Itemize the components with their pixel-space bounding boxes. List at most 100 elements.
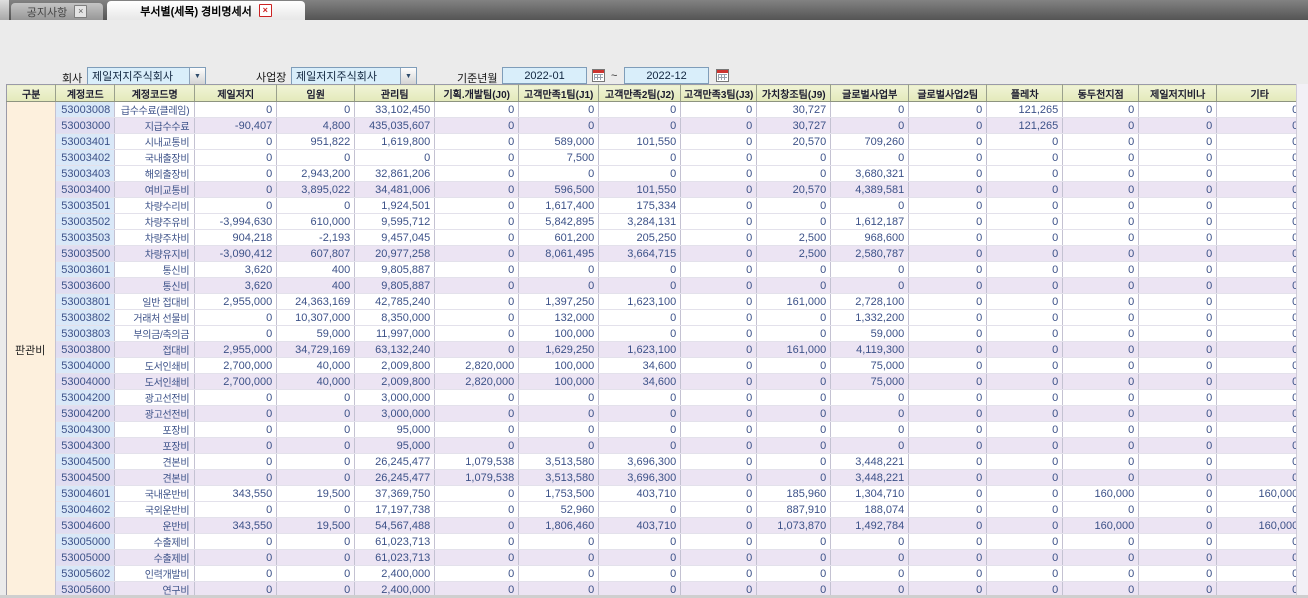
table-row[interactable]: 53003601통신비3,6204009,805,88700000000000 (7, 261, 1304, 278)
table-row[interactable]: 53003801 일반 접대비 2,955,000 24,363,169 42,785,… (7, 293, 1304, 310)
value-cell: 1,623,100 (598, 341, 682, 358)
chevron-down-icon[interactable]: ▼ (189, 68, 205, 84)
column-header[interactable]: 기획.개발팀(J0) (434, 84, 520, 102)
column-header[interactable]: 동두천지점 (1062, 84, 1140, 102)
table-row[interactable]: 53004602 국외운반비 0 0 17,197,738 0 52,960 0 0 887,91… (7, 501, 1304, 518)
table-row[interactable]: 53003802 거래처 선물비 0 10,307,000 8,350,000 0 132,… (7, 309, 1304, 326)
table-row[interactable]: 53004300포장비0095,00000000000000 (7, 421, 1304, 438)
column-header[interactable]: 계정코드 (55, 84, 116, 102)
table-row[interactable]: 53004000 도서인쇄비 2,700,000 40,000 2,009,800 2,8… (7, 357, 1304, 374)
column-header[interactable]: 제일저지비나 (1138, 84, 1218, 102)
table-row[interactable]: 53003800 접대비 2,955,000 34,729,169 63,132,240… (7, 341, 1304, 358)
company-select[interactable]: 제일저지주식회사 ▼ (87, 67, 206, 85)
column-header[interactable]: 가치창조팀(J9) (756, 84, 832, 102)
table-row[interactable]: 53003502 차량주유비 -3,994,630 610,000 9,595,712 0… (7, 213, 1304, 230)
value-cell: 0 (1216, 549, 1304, 566)
value-cell: 0 (986, 485, 1064, 502)
column-header[interactable]: 플레차 (986, 84, 1064, 102)
table-row[interactable]: 53003600통신비3,6204009,805,88700000000000 (7, 277, 1304, 294)
table-row[interactable]: 53003403 해외출장비 0 2,943,200 32,861,206 0 0 0 0 0 3,… (7, 165, 1304, 182)
value-cell: 0 (986, 197, 1064, 214)
column-header[interactable]: 고객만족3팀(J3) (680, 84, 758, 102)
close-tab-icon[interactable]: × (74, 5, 88, 18)
column-header[interactable]: 제일저지 (194, 84, 278, 102)
value-cell: 0 (276, 453, 356, 470)
value-cell: 0 (830, 405, 910, 422)
value-cell: 0 (434, 149, 520, 166)
table-row[interactable]: 53004500 견본비 0 0 26,245,477 1,079,538 3,513,58… (7, 469, 1304, 486)
value-cell: 0 (434, 133, 520, 150)
table-row[interactable]: 53003401 시내교통비 0 951,822 1,619,800 0 589,000 10… (7, 133, 1304, 150)
table-row[interactable]: 53003400 여비교통비 0 3,895,022 34,481,006 0 596,50… (7, 181, 1304, 198)
period-from-input[interactable]: 2022-01 (502, 67, 587, 84)
value-cell: 0 (518, 549, 600, 566)
value-cell: 0 (434, 485, 520, 502)
table-row[interactable]: 53003803 부의금/축의금 0 59,000 11,997,000 0 100,000… (7, 325, 1304, 342)
calendar-icon[interactable] (716, 69, 729, 82)
value-cell: 2,820,000 (434, 357, 520, 374)
value-cell: 0 (194, 389, 278, 406)
table-row[interactable]: 53005000수출제비0061,023,71300000000000 (7, 533, 1304, 550)
value-cell: 26,245,477 (354, 469, 436, 486)
value-cell: 1,617,400 (518, 197, 600, 214)
value-cell: 0 (1216, 261, 1304, 278)
value-cell: 0 (830, 149, 910, 166)
value-cell: 0 (986, 501, 1064, 518)
account-code-cell: 53004601 (55, 485, 116, 502)
calendar-icon[interactable] (592, 69, 605, 82)
table-row[interactable]: 53003402국내출장비00007,500000000000 (7, 149, 1304, 166)
column-header[interactable]: 글로벌사업부 (830, 84, 910, 102)
value-cell: 20,570 (756, 181, 832, 198)
table-row[interactable]: 53004600 운반비 343,550 19,500 54,567,488 0 1,806… (7, 517, 1304, 534)
site-select[interactable]: 제일저지주식회사 ▼ (291, 67, 417, 85)
value-cell: 0 (756, 373, 832, 390)
column-header[interactable]: 기타 (1216, 84, 1304, 102)
column-header[interactable]: 고객만족2팀(J2) (598, 84, 682, 102)
value-cell: 0 (194, 549, 278, 566)
column-header[interactable]: 계정코드명 (114, 84, 196, 102)
table-row[interactable]: 53004000 도서인쇄비 2,700,000 40,000 2,009,800 2,8… (7, 373, 1304, 390)
value-cell: 0 (434, 325, 520, 342)
table-row[interactable]: 53003501 차량수리비 0 0 1,924,501 0 1,617,400 175,33… (7, 197, 1304, 214)
value-cell: 0 (1138, 133, 1218, 150)
period-to-input[interactable]: 2022-12 (624, 67, 709, 84)
table-row[interactable]: 53003503 차량주차비 904,218 -2,193 9,457,045 0 601,… (7, 229, 1304, 246)
account-name-cell: 국외운반비 (114, 501, 196, 518)
column-header[interactable]: 관리팀 (354, 84, 436, 102)
value-cell: 0 (1216, 389, 1304, 406)
value-cell: 0 (434, 229, 520, 246)
value-cell: 2,700,000 (194, 373, 278, 390)
column-header[interactable]: 구분 (6, 84, 57, 102)
chevron-down-icon[interactable]: ▼ (400, 68, 416, 84)
value-cell: 0 (276, 421, 356, 438)
table-row[interactable]: 53004500 견본비 0 0 26,245,477 1,079,538 3,513,58… (7, 453, 1304, 470)
value-cell: 20,570 (756, 133, 832, 150)
table-row[interactable]: 53003000 지급수수료 -90,407 4,800 435,035,607 0 0 0 0… (7, 117, 1304, 134)
value-cell: 11,997,000 (354, 325, 436, 342)
value-cell: 0 (194, 165, 278, 182)
table-row[interactable]: 53004200광고선전비003,000,00000000000000 (7, 389, 1304, 406)
column-header[interactable]: 글로벌사업2팀 (908, 84, 988, 102)
value-cell: 0 (276, 405, 356, 422)
table-row[interactable]: 53004300포장비0095,00000000000000 (7, 437, 1304, 454)
value-cell: 0 (1138, 389, 1218, 406)
value-cell: 0 (598, 501, 682, 518)
column-header[interactable]: 고객만족1팀(J1) (518, 84, 600, 102)
table-row[interactable]: 53003500 차량유지비 -3,090,412 607,807 20,977,258… (7, 245, 1304, 262)
vertical-scrollbar[interactable] (1296, 84, 1308, 595)
value-cell: 0 (1216, 565, 1304, 582)
value-cell: 0 (756, 197, 832, 214)
table-row[interactable]: 53005602인력개발비002,400,00000000000000 (7, 565, 1304, 582)
value-cell: 0 (680, 325, 758, 342)
column-header[interactable]: 임원 (276, 84, 356, 102)
table-row[interactable]: 53005000수출제비0061,023,71300000000000 (7, 549, 1304, 566)
table-row[interactable]: 53004200광고선전비003,000,00000000000000 (7, 405, 1304, 422)
value-cell: 1,397,250 (518, 293, 600, 310)
table-row[interactable]: 판관비 53003008 급수수료(클레임) 0 0 33,102,450 0 0 0 0 30,7… (6, 101, 1304, 598)
value-cell: 0 (276, 565, 356, 582)
tab-expense-report[interactable]: 부서별(세목) 경비명세서 × (107, 1, 305, 20)
close-tab-icon[interactable]: × (258, 4, 272, 17)
value-cell: 0 (908, 245, 988, 262)
table-row[interactable]: 53004601 국내운반비 343,550 19,500 37,369,750 0 1,7… (7, 485, 1304, 502)
tab-notice[interactable]: 공지사항 × (11, 3, 103, 20)
